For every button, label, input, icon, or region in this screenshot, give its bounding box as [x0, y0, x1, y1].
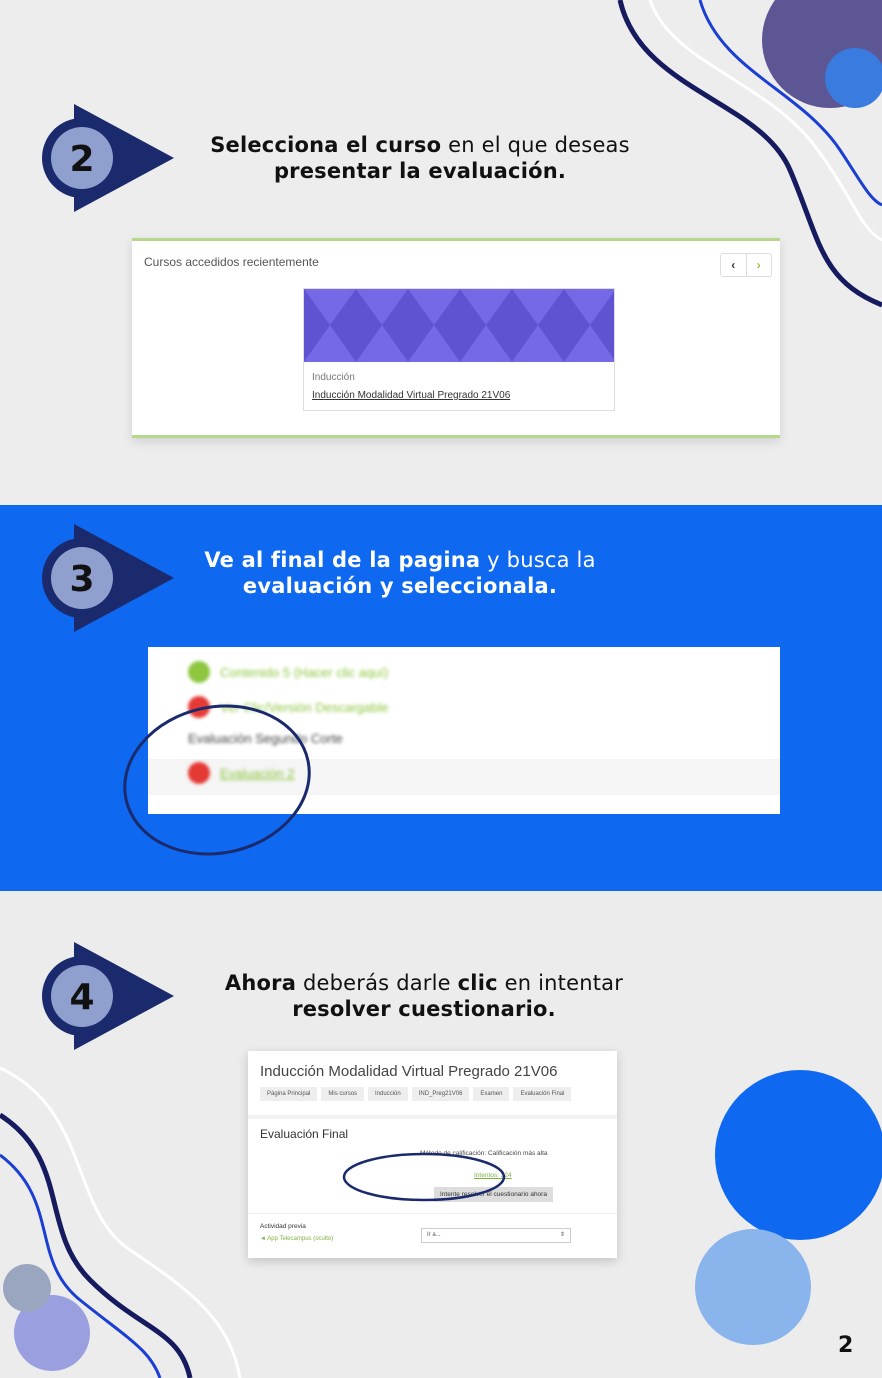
step-number: 2	[69, 139, 94, 180]
step-3-title: Ve al final de la pagina y busca la eval…	[204, 548, 596, 598]
breadcrumb: Página Principal Mis cursos Inducción IN…	[260, 1087, 572, 1101]
step-4-badge: 4	[42, 942, 174, 1050]
step-2-badge: 2	[42, 104, 174, 212]
course-category: Inducción	[312, 372, 355, 383]
deco-circle	[3, 1264, 51, 1312]
breadcrumb-item[interactable]: Inducción	[368, 1087, 408, 1101]
chevron-right-icon[interactable]: ›	[747, 254, 772, 276]
deco-circle	[695, 1229, 811, 1345]
card-header: Cursos accedidos recientemente	[144, 255, 319, 269]
breadcrumb-item[interactable]: Examen	[473, 1087, 510, 1101]
step-2-title: Selecciona el curso en el que deseas pre…	[210, 133, 630, 183]
breadcrumb-item[interactable]: Mis cursos	[321, 1087, 365, 1101]
recent-courses-card: Cursos accedidos recientemente ‹ › Induc…	[132, 238, 780, 438]
select-arrow-icon: ⇕	[559, 1232, 565, 1238]
course-name-link[interactable]: Inducción Modalidad Virtual Pregrado 21V…	[312, 390, 510, 401]
highlight-ellipse	[342, 1152, 506, 1202]
chevron-left-icon[interactable]: ‹	[721, 254, 747, 276]
step-number: 4	[69, 977, 94, 1018]
page-number: 2	[838, 1333, 854, 1358]
divider	[248, 1213, 617, 1214]
status-dot	[188, 661, 210, 683]
highlight-ellipse	[123, 704, 311, 856]
course-title: Inducción Modalidad Virtual Pregrado 21V…	[260, 1063, 558, 1080]
breadcrumb-item[interactable]: Página Principal	[260, 1087, 318, 1101]
deco-circle	[715, 1070, 882, 1240]
previous-activity-label: Actividad previa	[260, 1223, 306, 1230]
course-card[interactable]: Inducción Inducción Modalidad Virtual Pr…	[303, 288, 615, 411]
carousel-nav: ‹ ›	[720, 253, 772, 277]
breadcrumb-item[interactable]: Evaluación Final	[513, 1087, 572, 1101]
step-3-badge: 3	[42, 524, 174, 632]
breadcrumb-item[interactable]: IND_Preg21V06	[411, 1087, 470, 1101]
divider	[248, 1115, 617, 1119]
jump-to-select[interactable]: Ir a... ⇕	[421, 1228, 571, 1243]
list-item[interactable]: Contenido 5 (Hacer clic aquí)	[188, 661, 388, 683]
course-banner	[304, 289, 614, 362]
quiz-title: Evaluación Final	[260, 1127, 349, 1141]
step-number: 3	[69, 559, 94, 600]
step-4-title: Ahora deberás darle clic en intentar res…	[224, 971, 624, 1021]
previous-activity-link[interactable]: ◄ App Telecampus (oculto)	[260, 1236, 333, 1242]
